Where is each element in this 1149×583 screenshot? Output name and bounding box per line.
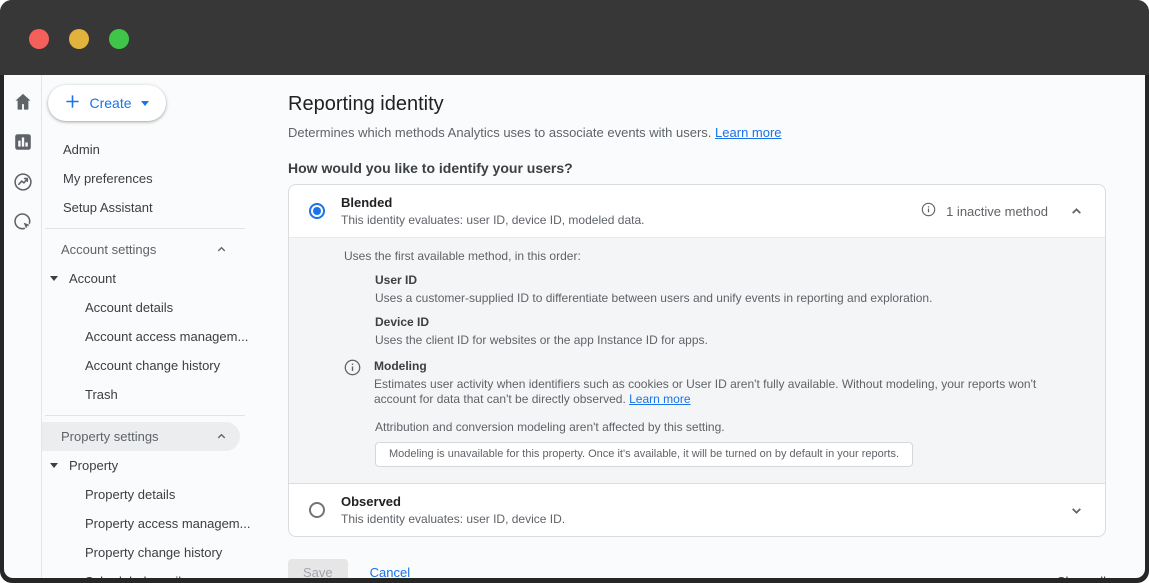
identity-options-card: Blended This identity evaluates: user ID… (288, 184, 1106, 537)
section-property-settings[interactable]: Property settings (42, 422, 240, 451)
page-subtitle-text: Determines which methods Analytics uses … (288, 125, 711, 140)
method-description: Uses a customer-supplied ID to different… (375, 291, 1065, 306)
sidebar-item-label: Account access managem... (85, 329, 248, 344)
method-name: Modeling (374, 359, 1065, 374)
section-account-settings[interactable]: Account settings (42, 235, 240, 264)
sidebar-item-account-access-management[interactable]: Account access managem... (42, 322, 272, 351)
section-header-label: Account settings (61, 242, 156, 257)
analytics-admin-page: Create Admin My preferences Setup Assist… (4, 75, 1145, 578)
caret-down-icon[interactable] (50, 463, 58, 468)
left-nav-rail (4, 75, 42, 578)
observed-radio[interactable] (309, 502, 325, 518)
window-titlebar (0, 0, 1149, 75)
observed-option-row[interactable]: Observed This identity evaluates: user I… (289, 484, 1105, 536)
info-icon[interactable] (344, 359, 361, 407)
tree-item-account[interactable]: Account (42, 264, 272, 293)
sidebar-item-label: Trash (85, 387, 118, 402)
save-button[interactable]: Save (288, 559, 348, 578)
tree-item-label: Property (69, 458, 118, 473)
sidebar-item-scheduled-emails[interactable]: Scheduled emails (42, 567, 272, 578)
app-window: Create Admin My preferences Setup Assist… (0, 0, 1149, 583)
plus-icon (65, 94, 80, 112)
caret-down-icon[interactable] (50, 276, 58, 281)
section-header-label: Property settings (61, 429, 159, 444)
show-all-link[interactable]: Show all (1057, 574, 1106, 578)
observed-description: This identity evaluates: user ID, device… (341, 512, 565, 526)
chevron-up-icon[interactable] (216, 431, 227, 442)
minimize-window-button[interactable] (69, 29, 89, 49)
sidebar-item-label: Scheduled emails (85, 574, 188, 578)
sidebar-item-label: Setup Assistant (63, 200, 153, 215)
identify-users-question: How would you like to identify your user… (288, 160, 1145, 176)
sidebar-divider (45, 228, 245, 229)
reports-icon[interactable] (12, 131, 34, 153)
learn-more-link[interactable]: Learn more (715, 125, 781, 140)
tree-item-property[interactable]: Property (42, 451, 272, 480)
chevron-up-icon[interactable] (1070, 205, 1083, 218)
sidebar-item-label: Admin (63, 142, 100, 157)
cancel-button[interactable]: Cancel (370, 565, 410, 578)
sidebar-item-label: Property access managem... (85, 516, 250, 531)
modeling-status-box: Modeling is unavailable for this propert… (375, 442, 913, 467)
method-user-id: User ID Uses a customer-supplied ID to d… (375, 273, 1065, 306)
window-controls (29, 29, 129, 49)
modeling-description: Estimates user activity when identifiers… (374, 377, 1065, 407)
advertising-icon[interactable] (12, 211, 34, 233)
blended-radio[interactable] (309, 203, 325, 219)
sidebar-item-my-preferences[interactable]: My preferences (42, 164, 272, 193)
sidebar-item-property-access-management[interactable]: Property access managem... (42, 509, 272, 538)
reporting-identity-panel: Reporting identity Determines which meth… (272, 75, 1145, 578)
sidebar-item-trash[interactable]: Trash (42, 380, 272, 409)
chevron-up-icon[interactable] (216, 244, 227, 255)
create-button-label: Create (89, 95, 131, 111)
create-button[interactable]: Create (48, 85, 166, 121)
chevron-down-icon[interactable] (1070, 504, 1083, 517)
sidebar-item-label: Account change history (85, 358, 220, 373)
sidebar-divider (45, 415, 245, 416)
blended-label: Blended (341, 195, 645, 210)
details-intro: Uses the first available method, in this… (344, 249, 1065, 264)
inactive-method-badge: 1 inactive method (946, 204, 1048, 219)
method-modeling: Modeling Estimates user activity when id… (344, 359, 1065, 407)
blended-description: This identity evaluates: user ID, device… (341, 213, 645, 227)
admin-sidebar: Create Admin My preferences Setup Assist… (42, 75, 272, 578)
sidebar-item-label: Property details (85, 487, 175, 502)
blended-option-row[interactable]: Blended This identity evaluates: user ID… (289, 185, 1105, 237)
sidebar-item-property-change-history[interactable]: Property change history (42, 538, 272, 567)
sidebar-item-property-details[interactable]: Property details (42, 480, 272, 509)
close-window-button[interactable] (29, 29, 49, 49)
blended-details-section: Uses the first available method, in this… (289, 237, 1105, 484)
sidebar-item-label: Account details (85, 300, 173, 315)
zoom-window-button[interactable] (109, 29, 129, 49)
sidebar-item-admin[interactable]: Admin (42, 135, 272, 164)
sidebar-item-label: Property change history (85, 545, 222, 560)
attribution-note: Attribution and conversion modeling aren… (375, 420, 1065, 435)
tree-item-label: Account (69, 271, 116, 286)
page-title: Reporting identity (288, 93, 1145, 116)
sidebar-item-setup-assistant[interactable]: Setup Assistant (42, 193, 272, 222)
sidebar-item-account-change-history[interactable]: Account change history (42, 351, 272, 380)
sidebar-item-label: My preferences (63, 171, 153, 186)
modeling-description-text: Estimates user activity when identifiers… (374, 377, 1036, 406)
info-icon[interactable] (921, 202, 936, 220)
create-dropdown-caret-icon[interactable] (141, 101, 149, 106)
home-icon[interactable] (12, 91, 34, 113)
method-description: Uses the client ID for websites or the a… (375, 333, 1065, 348)
explore-icon[interactable] (12, 171, 34, 193)
sidebar-item-account-details[interactable]: Account details (42, 293, 272, 322)
learn-more-link[interactable]: Learn more (629, 392, 690, 406)
page-subtitle: Determines which methods Analytics uses … (288, 125, 1145, 140)
observed-label: Observed (341, 494, 565, 509)
method-device-id: Device ID Uses the client ID for website… (375, 315, 1065, 348)
method-name: Device ID (375, 315, 1065, 330)
method-name: User ID (375, 273, 1065, 288)
